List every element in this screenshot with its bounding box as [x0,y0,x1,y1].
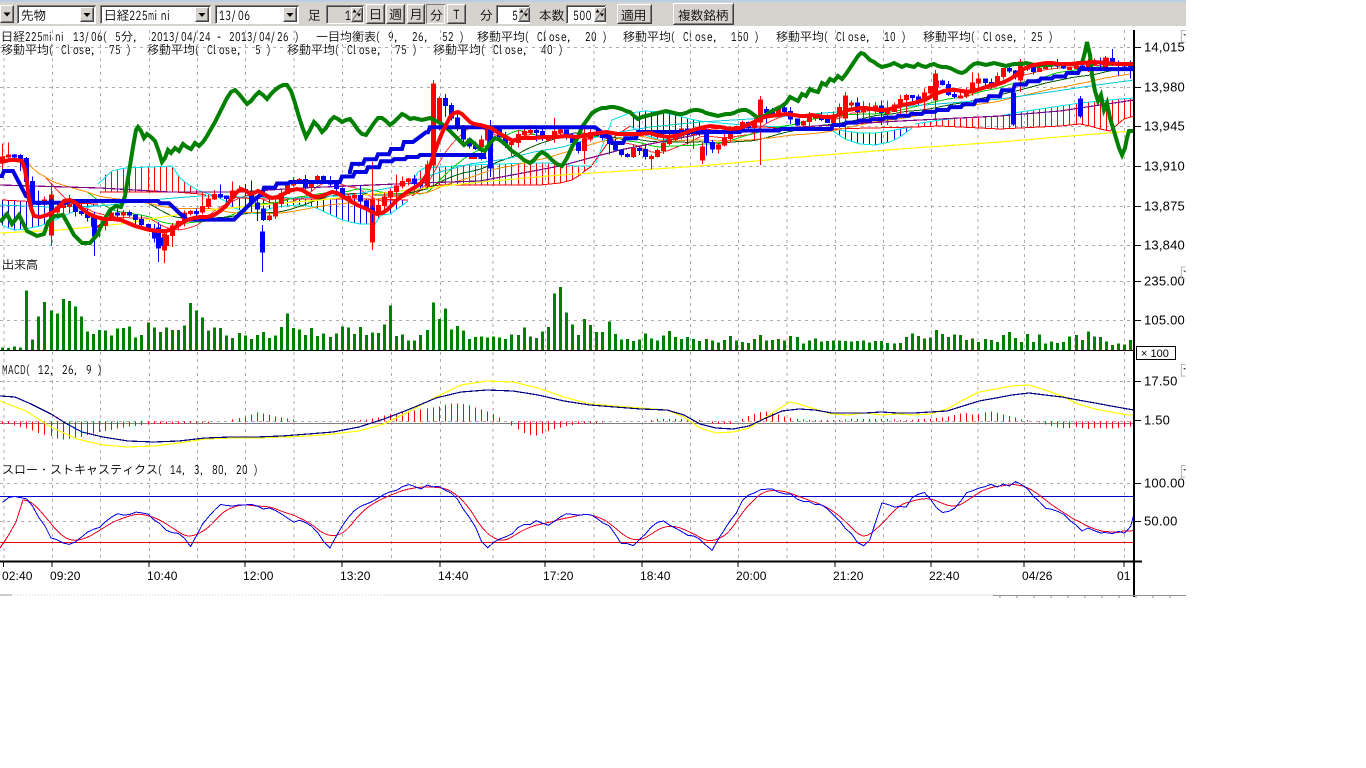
svg-text:17.50: 17.50 [1144,374,1178,389]
svg-text:14,015: 14,015 [1144,40,1185,55]
svg-text:235.00: 235.00 [1144,274,1185,289]
svg-text:13,840: 13,840 [1144,238,1185,253]
svg-text:13,980: 13,980 [1144,80,1185,95]
svg-text:× 100: × 100 [1141,348,1169,360]
svg-text:13,945: 13,945 [1144,119,1185,134]
svg-text:02:40: 02:40 [2,569,33,583]
svg-text:13:20: 13:20 [340,569,371,583]
svg-text:01: 01 [1117,569,1131,583]
svg-text:17:20: 17:20 [543,569,574,583]
svg-text:100.00: 100.00 [1144,476,1185,491]
svg-text:18:40: 18:40 [640,569,671,583]
svg-text:12:00: 12:00 [243,569,274,583]
svg-text:20:00: 20:00 [736,569,767,583]
svg-text:22:40: 22:40 [929,569,960,583]
svg-text:09:20: 09:20 [50,569,81,583]
svg-text:13,875: 13,875 [1144,199,1185,214]
svg-text:13,910: 13,910 [1144,159,1185,174]
svg-text:1.50: 1.50 [1144,413,1170,428]
svg-text:04/26: 04/26 [1022,569,1053,583]
svg-text:105.00: 105.00 [1144,313,1185,328]
svg-text:50.00: 50.00 [1144,514,1178,529]
svg-text:14:40: 14:40 [438,569,469,583]
svg-text:10:40: 10:40 [147,569,178,583]
svg-text:21:20: 21:20 [833,569,864,583]
